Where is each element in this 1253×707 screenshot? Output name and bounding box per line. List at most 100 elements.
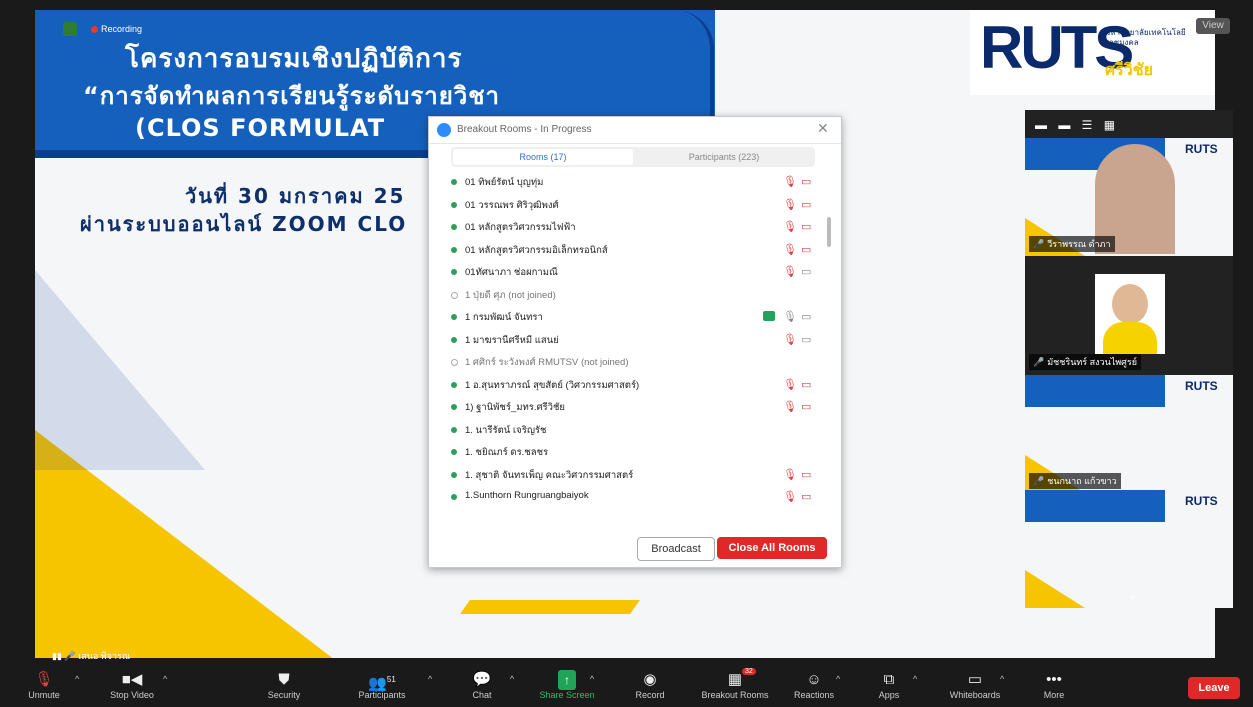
status-dot-icon (451, 269, 457, 275)
participant-name: 1 อ.สุนทราภรณ์ สุขสัตย์ (วิศวกรรมศาสตร์) (465, 379, 640, 391)
camera-off-icon: ▭ (801, 378, 812, 391)
list-scrollbar[interactable] (827, 217, 831, 247)
status-dot-icon (451, 426, 457, 433)
chevron-down-icon[interactable]: ⌄ (1127, 586, 1139, 603)
meeting-toolbar: 🎙 Unmute ^ ■◀ Stop Video ^ ⛊ Security 👥51 Pa… (0, 668, 1253, 707)
room-list-item[interactable]: 1. ชยิณภร์ ดร.ชลชร (445, 441, 825, 464)
camera-off-icon: ▭ (801, 221, 812, 233)
room-list[interactable]: 01 ทิพย์รัตน์ บุญทุ่ม 🎙 ▭ 01 วรรณพร ศิริวุฒ… (445, 171, 825, 531)
status-dot-icon (451, 314, 457, 320)
participant-name: 1) ฐานิพัชร์_มทร.ศรีวิชัย (465, 402, 566, 413)
reactions-options-caret[interactable]: ^ (836, 674, 840, 684)
share-screen-icon: ↑ (558, 670, 576, 690)
mic-muted-icon: 🎤 (1033, 476, 1045, 486)
video-thumb[interactable]: RUTS 🎤 ชนกนาถ แก้วขาว (1025, 375, 1233, 493)
breakout-rooms-button[interactable]: ▦ Breakout Rooms (695, 670, 775, 700)
camera-off-icon: ▭ (801, 468, 812, 481)
shield-icon: ⛊ (278, 671, 290, 688)
apps-icon: ⧉ (883, 671, 895, 688)
participant-label: 🎤 มัชชรินทร์ สงวนไพศูรย์ (1029, 354, 1141, 370)
video-thumb[interactable]: RUTS 🎤 วีราพรรณ ดำภา (1025, 138, 1233, 256)
status-dot-icon (451, 179, 457, 185)
room-list-item[interactable]: 1 ปุ่ยดี ศุภ (not joined) (445, 284, 825, 307)
participants-button[interactable]: 👥51 Participants (350, 670, 414, 700)
room-list-item[interactable]: 01 หลักสูตรวิศวกรรมอิเล็กทรอนิกส์ 🎙 ▭ (445, 239, 825, 262)
participant-name: 1 ปุ่ยดี ศุภ (not joined) (465, 289, 556, 301)
mic-muted-icon: 🎙 (783, 491, 797, 503)
unmute-button[interactable]: 🎙 Unmute (12, 670, 76, 700)
slide-yellow-stripe (460, 600, 640, 614)
participant-name: 1 ศศิกร์ ระวังพงศ์ RMUTSV (not joined) (465, 357, 629, 368)
whiteboards-options-caret[interactable]: ^ (1000, 674, 1004, 684)
room-list-item[interactable]: 1.Sunthorn Rungruangbaiyok 🎙 ▭ (445, 486, 825, 509)
room-list-item[interactable]: 1 มาฆรานีศรีหมี แสนย่ 🎙 ▭ (445, 329, 825, 352)
status-dot-icon (451, 246, 457, 253)
participant-name: 1 กรมพัฒน์ จันทรา (465, 312, 543, 323)
breakout-count-badge: 32 (742, 668, 756, 675)
camera-off-icon: ▭ (801, 176, 812, 188)
screen-share-icon (763, 311, 775, 321)
camera-off-icon: ▭ (801, 243, 812, 256)
more-button[interactable]: ••• More (1022, 670, 1086, 700)
participants-options-caret[interactable]: ^ (428, 674, 432, 684)
chat-button[interactable]: 💬 Chat (450, 670, 514, 700)
chat-options-caret[interactable]: ^ (510, 674, 514, 684)
participant-name: 1 มาฆรานีศรีหมี แสนย่ (465, 334, 559, 346)
status-dot-icon (451, 449, 457, 455)
stop-video-button[interactable]: ■◀ Stop Video (100, 670, 164, 700)
slide-title-line1: โครงการอบรมเชิงปฏิบัติการ (125, 44, 463, 74)
participant-name: 1.Sunthorn Rungruangbaiyok (465, 490, 589, 501)
mic-muted-icon: 🎙 (783, 378, 797, 391)
mic-muted-icon: 🎙 (783, 221, 797, 233)
status-dot-icon (451, 404, 457, 410)
room-list-item[interactable]: 1. สุชาติ จันทรเพ็ญ คณะวิศวกรรมศาสตร์ 🎙 ▭ (445, 464, 825, 487)
broadcast-button[interactable]: Broadcast (637, 537, 715, 561)
dialog-tabs: Rooms (17) Participants (223) (451, 147, 815, 167)
room-list-item[interactable]: 1 กรมพัฒน์ จันทรา 🎙 ▭ (445, 306, 825, 329)
tab-rooms[interactable]: Rooms (17) (453, 149, 633, 165)
room-list-item[interactable]: 1 ศศิกร์ ระวังพงศ์ RMUTSV (not joined) (445, 351, 825, 374)
room-list-item[interactable]: 1 อ.สุนทราภรณ์ สุขสัตย์ (วิศวกรรมศาสตร์)… (445, 374, 825, 397)
room-list-item[interactable]: 01 ทิพย์รัตน์ บุญทุ่ม 🎙 ▭ (445, 171, 825, 194)
mic-muted-icon: 🎙 (783, 266, 797, 278)
video-options-caret[interactable]: ^ (163, 674, 167, 684)
room-list-item[interactable]: 1. นารีรัตน์ เจริญรัช (445, 419, 825, 442)
apps-button[interactable]: ⧉ Apps (857, 670, 921, 700)
camera-icon: ▭ (801, 311, 812, 323)
dialog-titlebar: Breakout Rooms - In Progress ✕ (429, 117, 841, 144)
status-dot-icon (451, 336, 457, 343)
record-icon: ◉ (643, 671, 657, 688)
close-all-rooms-button[interactable]: Close All Rooms (717, 537, 827, 559)
room-list-item[interactable]: 01 หลักสูตรวิศวกรรมไฟฟ้า 🎙 ▭ (445, 216, 825, 239)
status-dot-icon (451, 381, 457, 388)
participant-name: 01ทัศนาภา ช่อผกามณี (465, 267, 558, 278)
gallery-view-controls[interactable]: ▬ ▬ ☰ ▦ (1035, 118, 1119, 132)
mic-muted-icon: 🎙 (783, 333, 797, 346)
signal-icon: ▮▮ (52, 651, 62, 661)
mic-muted-icon: 🎤 (1033, 239, 1045, 249)
tab-participants[interactable]: Participants (223) (635, 149, 813, 165)
more-icon: ••• (1046, 671, 1062, 688)
view-button[interactable]: View (1196, 18, 1230, 34)
audio-options-caret[interactable]: ^ (75, 674, 79, 684)
security-button[interactable]: ⛊ Security (252, 670, 316, 700)
leave-button[interactable]: Leave (1188, 677, 1240, 699)
record-button[interactable]: ◉ Record (618, 670, 682, 700)
mic-muted-icon: 🎙 (783, 243, 797, 256)
room-list-item[interactable]: 1) ฐานิพัชร์_มทร.ศรีวิชัย 🎙 ▭ (445, 396, 825, 419)
close-icon[interactable]: ✕ (817, 120, 829, 137)
slide-shadow-triangle (35, 270, 205, 470)
room-list-item[interactable]: 01ทัศนาภา ช่อผกามณี 🎙 ▭ (445, 261, 825, 284)
participant-photo (1095, 274, 1165, 354)
mic-muted-icon: 🎙 (783, 198, 797, 211)
camera-icon: ▭ (801, 266, 812, 278)
participant-name: 1. ชยิณภร์ ดร.ชลชร (465, 447, 549, 458)
status-dot-icon (451, 201, 457, 208)
room-list-item[interactable]: 01 วรรณพร ศิริวุฒิพงศ์ 🎙 ▭ (445, 194, 825, 217)
breakout-rooms-icon: ▦ (727, 671, 743, 688)
mic-muted-icon: 🎤 (64, 651, 76, 661)
status-dot-icon (451, 494, 457, 500)
video-thumb[interactable]: 🎤 มัชชรินทร์ สงวนไพศูรย์ (1025, 260, 1233, 378)
share-options-caret[interactable]: ^ (590, 674, 594, 684)
apps-options-caret[interactable]: ^ (913, 674, 917, 684)
